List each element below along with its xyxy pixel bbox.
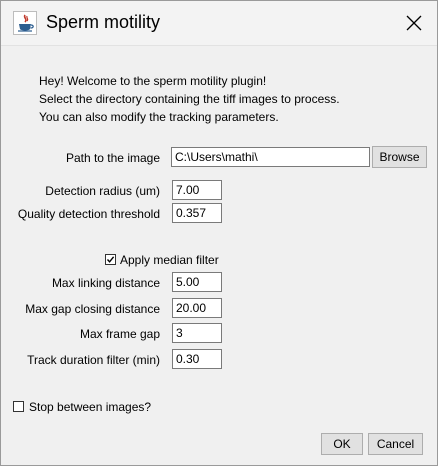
detection-radius-label: Detection radius (um) bbox=[45, 184, 160, 198]
browse-button[interactable]: Browse bbox=[372, 146, 427, 168]
median-filter-label: Apply median filter bbox=[120, 253, 219, 267]
intro-line-1: Hey! Welcome to the sperm motility plugi… bbox=[39, 74, 267, 88]
max-frame-gap-input[interactable]: 3 bbox=[172, 323, 222, 343]
quality-threshold-label: Quality detection threshold bbox=[17, 207, 160, 221]
intro-line-3: You can also modify the tracking paramet… bbox=[39, 110, 279, 124]
max-linking-input[interactable]: 5.00 bbox=[172, 272, 222, 292]
max-gap-closing-input[interactable]: 20.00 bbox=[172, 298, 222, 318]
java-icon bbox=[13, 11, 37, 35]
max-linking-label: Max linking distance bbox=[51, 276, 160, 290]
stop-between-label: Stop between images? bbox=[29, 400, 152, 414]
quality-threshold-input[interactable]: 0.357 bbox=[172, 203, 222, 223]
track-duration-label: Track duration filter (min) bbox=[27, 353, 160, 367]
title-bar[interactable]: Sperm motility bbox=[1, 1, 437, 46]
max-gap-closing-label: Max gap closing distance bbox=[25, 302, 160, 316]
cancel-button[interactable]: Cancel bbox=[368, 433, 423, 455]
checkmark-icon bbox=[106, 256, 115, 263]
track-duration-input[interactable]: 0.30 bbox=[172, 349, 222, 369]
close-button[interactable] bbox=[391, 1, 437, 45]
path-label: Path to the image bbox=[65, 151, 160, 165]
detection-radius-input[interactable]: 7.00 bbox=[172, 180, 222, 200]
path-input[interactable]: C:\Users\mathi\ bbox=[171, 147, 370, 167]
ok-button[interactable]: OK bbox=[321, 433, 363, 455]
max-frame-gap-label: Max frame gap bbox=[79, 327, 160, 341]
close-icon bbox=[406, 15, 422, 31]
stop-between-checkbox[interactable] bbox=[13, 401, 24, 412]
plugin-dialog: Sperm motility Hey! Welcome to the sperm… bbox=[0, 0, 438, 466]
intro-text: Hey! Welcome to the sperm motility plugi… bbox=[39, 72, 340, 126]
median-filter-checkbox[interactable] bbox=[105, 254, 116, 265]
window-title: Sperm motility bbox=[46, 12, 161, 32]
intro-line-2: Select the directory containing the tiff… bbox=[39, 92, 340, 106]
